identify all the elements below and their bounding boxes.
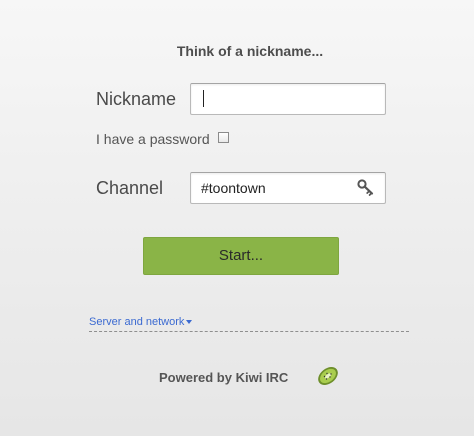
key-icon[interactable] xyxy=(356,177,376,197)
server-network-toggle[interactable]: Server and network xyxy=(89,316,193,328)
nickname-input[interactable] xyxy=(190,83,386,115)
server-network-label[interactable]: Server and network xyxy=(89,316,184,328)
channel-label: Channel xyxy=(96,178,164,198)
password-checkbox[interactable] xyxy=(218,132,229,143)
divider xyxy=(89,331,409,332)
powered-by-text: Powered by Kiwi IRC xyxy=(159,370,289,385)
nickname-label: Nickname xyxy=(96,89,177,109)
text-caret xyxy=(203,90,204,107)
kiwi-logo-icon xyxy=(318,367,338,385)
page-title: Think of a nickname... xyxy=(176,43,324,59)
password-label: I have a password xyxy=(96,131,210,147)
start-button[interactable]: Start... xyxy=(143,237,339,275)
dropdown-arrow-icon xyxy=(186,320,193,325)
